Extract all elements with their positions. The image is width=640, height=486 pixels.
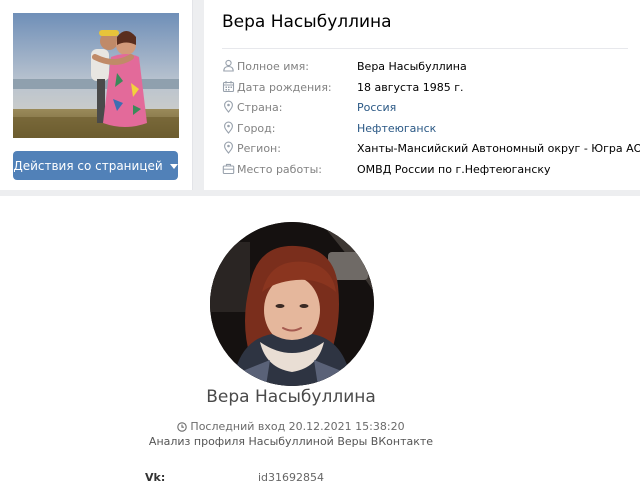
couple-photo-image	[13, 13, 179, 138]
calendar-icon	[222, 80, 235, 92]
workplace-label: Место работы:	[237, 162, 322, 176]
analysis-profile-name: Вера Насыбуллина	[206, 387, 376, 407]
briefcase-icon	[222, 163, 235, 174]
region-value: Ханты-Мансийский Автономный округ - Югра…	[357, 142, 640, 155]
profile-photo[interactable]	[13, 13, 179, 138]
clock-icon	[177, 422, 188, 432]
region-label: Регион:	[237, 142, 281, 155]
analysis-caption: Анализ профиля Насыбуллиной Веры ВКонтак…	[148, 435, 434, 448]
page-actions-label: Действия со страницей	[13, 158, 163, 173]
info-row-city: Город: Нефтеюганск	[222, 119, 640, 140]
info-row-birth-date: Дата рождения: 18 августа 1985 г.	[222, 78, 640, 99]
location-icon	[224, 121, 233, 134]
last-login-status: Последний вход 20.12.2021 15:38:20	[0, 420, 582, 433]
location-icon	[224, 141, 233, 154]
birth-date-label: Дата рождения:	[237, 80, 332, 94]
last-login-text: Последний вход 20.12.2021 15:38:20	[190, 420, 405, 433]
profile-header: Действия со страницей Вера Насыбуллина П…	[0, 0, 640, 196]
avatar-photo-image	[210, 222, 374, 386]
country-label: Страна:	[237, 101, 283, 114]
info-row-country: Страна: Россия	[222, 98, 640, 119]
profile-info-list: Полное имя: Вера Насыбуллина Дата рожден…	[222, 57, 640, 180]
city-label: Город:	[237, 121, 276, 135]
country-link[interactable]: Россия	[357, 101, 396, 114]
location-icon	[224, 100, 233, 113]
workplace-value: ОМВД России по г.Нефтеюганску	[357, 162, 551, 176]
vk-label: Vk:	[145, 471, 166, 484]
profile-info-card: Вера Насыбуллина Полное имя: Вера Насыбу…	[204, 0, 640, 190]
avatar	[210, 222, 374, 386]
divider	[222, 48, 628, 49]
info-row-workplace: Место работы: ОМВД России по г.Нефтеюган…	[222, 160, 640, 181]
vk-id-value: id31692854	[258, 471, 325, 484]
info-row-region: Регион: Ханты-Мансийский Автономный окру…	[222, 139, 640, 160]
info-row-full-name: Полное имя: Вера Насыбуллина	[222, 57, 640, 78]
profile-photo-card: Действия со страницей	[0, 0, 193, 190]
person-icon	[223, 59, 234, 72]
full-name-label: Полное имя:	[237, 60, 309, 73]
city-link[interactable]: Нефтеюганск	[357, 122, 436, 135]
page-actions-button[interactable]: Действия со страницей	[13, 151, 178, 180]
full-name-value: Вера Насыбуллина	[357, 60, 467, 73]
birth-date-value: 18 августа 1985 г.	[357, 80, 464, 94]
page-title: Вера Насыбуллина	[222, 12, 392, 32]
caret-down-icon	[169, 163, 178, 169]
